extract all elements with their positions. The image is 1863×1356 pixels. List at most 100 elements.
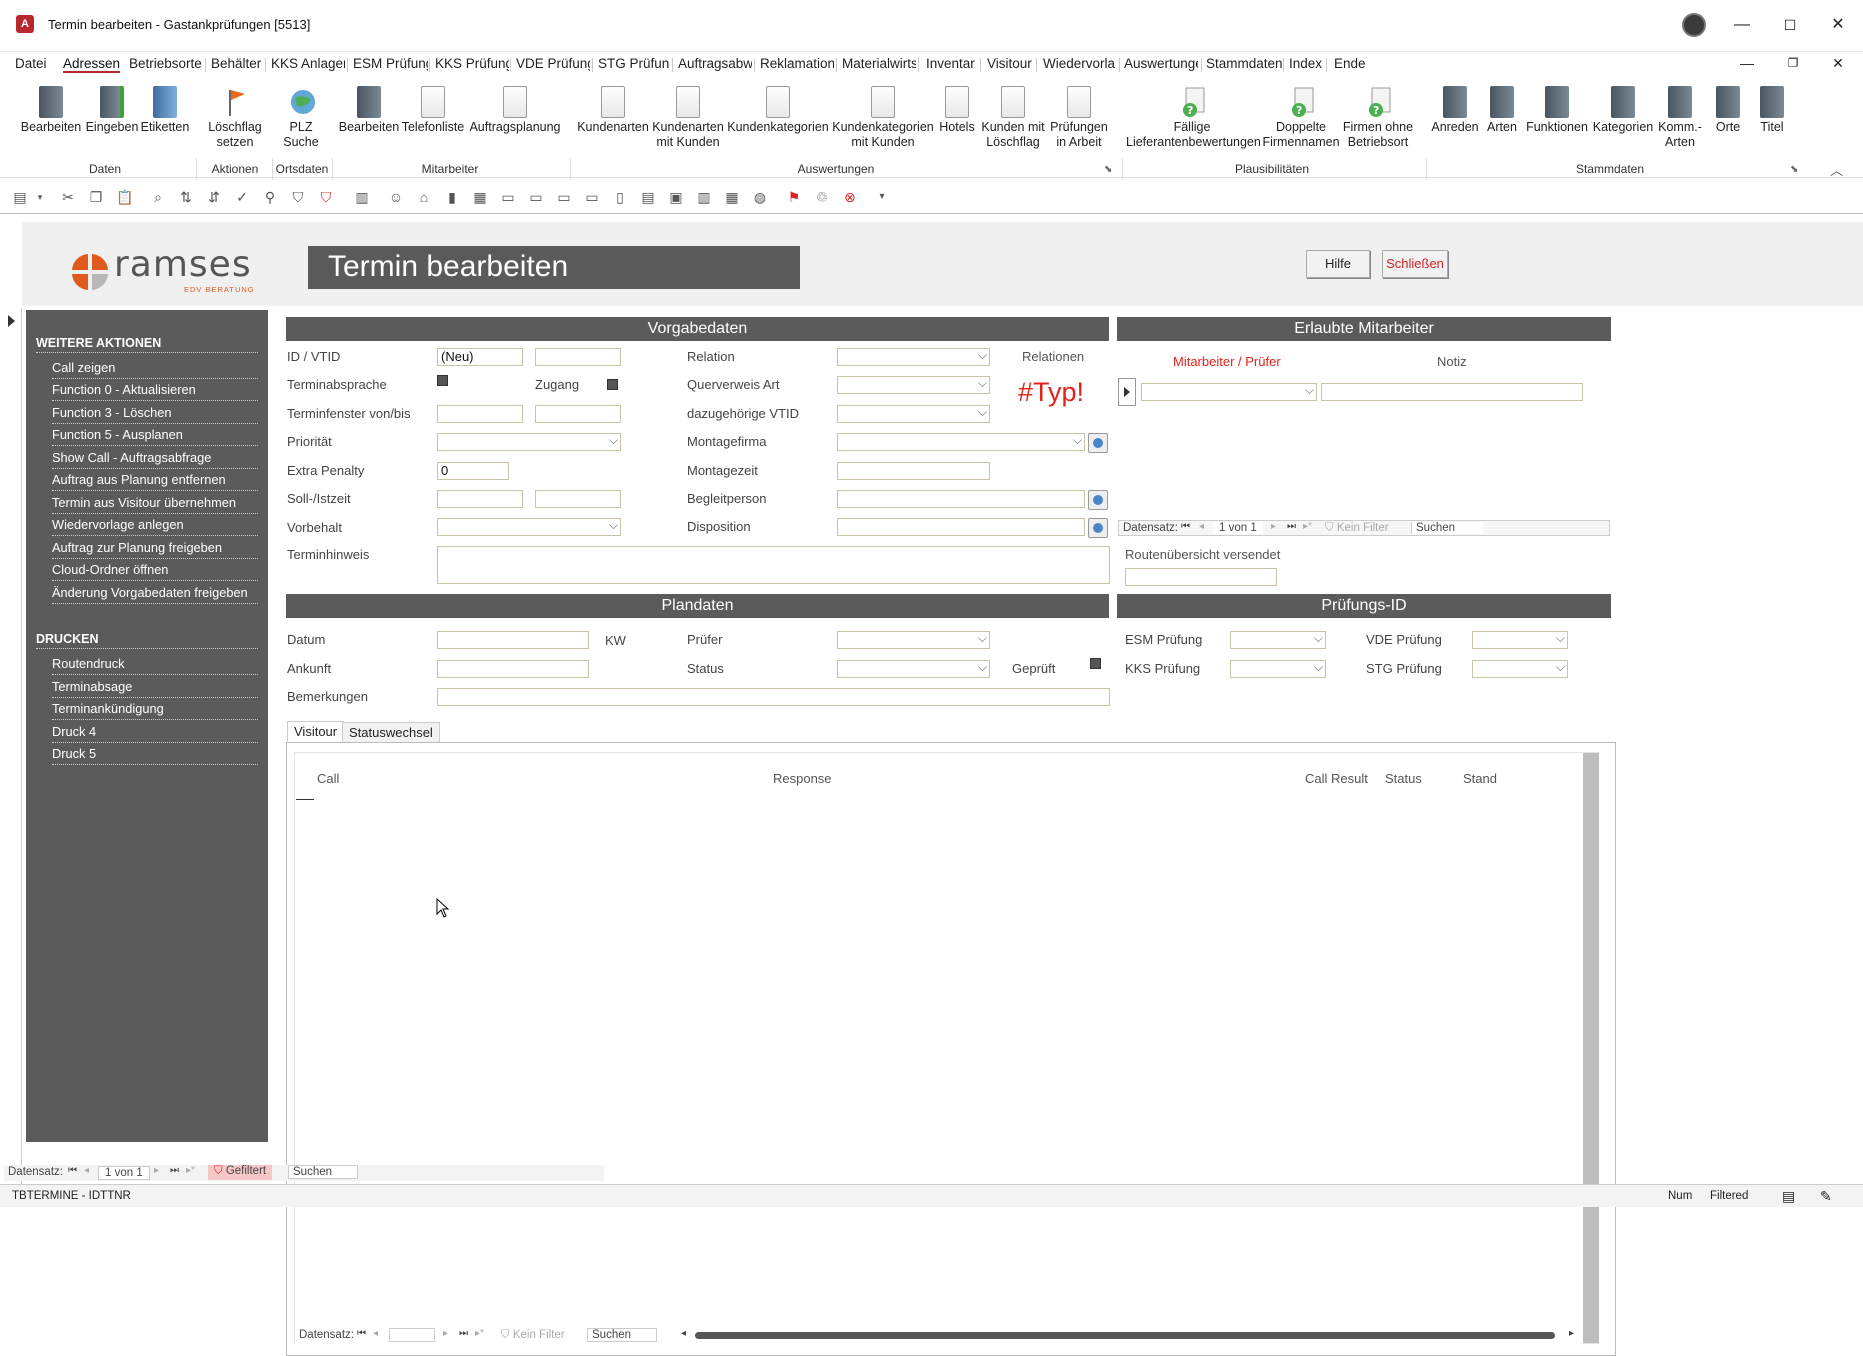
sort-ascending-icon[interactable]: ⇅ — [178, 189, 194, 205]
help-button[interactable]: Hilfe — [1306, 250, 1370, 278]
ankunft-field[interactable] — [437, 660, 589, 678]
customize-toolbar-icon[interactable]: ▾ — [874, 189, 890, 205]
cut-icon[interactable]: ✂ — [60, 189, 76, 205]
montagefirma-info-icon[interactable] — [1088, 433, 1108, 453]
first-record-icon[interactable]: ⏮ — [68, 1165, 77, 1176]
sidebar-item[interactable]: Show Call - Auftragsabfrage — [52, 450, 258, 469]
last-record-icon[interactable]: ⏭ — [459, 1328, 468, 1339]
form-icon[interactable]: ▭ — [528, 189, 544, 205]
id-field[interactable]: (Neu) — [437, 348, 523, 366]
calendar-icon[interactable]: ▤ — [640, 189, 656, 205]
eingeben-button[interactable]: Eingeben — [84, 86, 140, 135]
kategorien-button[interactable]: Kategorien — [1592, 86, 1654, 135]
menu-wiedervorlage[interactable]: Wiedervorla — [1043, 56, 1117, 71]
minimize-icon[interactable]: — — [1727, 12, 1757, 38]
next-record-icon[interactable]: ▸ — [1271, 521, 1276, 532]
report-icon[interactable]: ▥ — [354, 189, 370, 205]
mitarbeiter-select[interactable] — [1141, 382, 1317, 401]
auftragsplanung-button[interactable]: Auftragsplanung — [466, 86, 564, 135]
previous-record-icon[interactable]: ◂ — [1199, 521, 1204, 532]
anreden-button[interactable]: Anreden — [1430, 86, 1480, 135]
recycle-icon[interactable]: ♲ — [814, 189, 830, 205]
kunden-mit-loeschflag-button[interactable]: Kunden mit Löschflag — [978, 86, 1048, 150]
user-search-icon[interactable]: ☺ — [388, 189, 404, 205]
vorbehalt-select[interactable] — [437, 517, 621, 536]
sidebar-item[interactable]: Auftrag zur Planung freigeben — [52, 540, 258, 559]
tab-visitour[interactable]: Visitour — [287, 721, 345, 742]
dialog-launcher-icon[interactable]: ⬊ — [1790, 164, 1798, 175]
menu-adressen[interactable]: Adressen — [63, 56, 121, 73]
sidebar-item[interactable]: Function 0 - Aktualisieren — [52, 382, 258, 401]
chevron-down-icon[interactable]: ▾ — [32, 189, 48, 205]
datum-field[interactable] — [437, 631, 589, 649]
terminfenster-bis-field[interactable] — [535, 405, 621, 423]
record-counter[interactable] — [389, 1328, 435, 1342]
menu-reklamation[interactable]: Reklamation — [760, 56, 834, 71]
menu-stammdaten[interactable]: Stammdaten — [1206, 56, 1283, 71]
menu-inventar[interactable]: Inventar — [926, 56, 975, 71]
record-selector[interactable] — [0, 309, 22, 1184]
disposition-info-icon[interactable] — [1088, 518, 1108, 538]
menu-datei[interactable]: Datei — [15, 56, 47, 71]
sidebar-item[interactable]: Druck 5 — [52, 746, 258, 765]
kundenarten-mit-kunden-button[interactable]: Kundenarten mit Kunden — [650, 86, 726, 150]
filter-status[interactable]: ⛉ Kein Filter — [1325, 522, 1389, 535]
trash-icon[interactable]: ▮ — [444, 189, 460, 205]
next-record-icon[interactable]: ▸ — [154, 1165, 159, 1176]
sort-descending-icon[interactable]: ⇵ — [206, 189, 222, 205]
sidebar-item[interactable]: Terminabsage — [52, 679, 258, 698]
search-icon[interactable]: ⌕ — [150, 189, 166, 205]
filter-toggle[interactable]: ⛉ Gefiltert — [208, 1165, 273, 1180]
flag-icon[interactable]: ⚑ — [786, 189, 802, 205]
doc-restore-icon[interactable]: ❐ — [1778, 50, 1808, 76]
new-record-icon[interactable]: ▸* — [475, 1328, 484, 1339]
querverweis-art-select[interactable] — [837, 375, 990, 394]
notiz-field[interactable] — [1321, 383, 1583, 401]
pruefungen-in-arbeit-button[interactable]: Prüfungen in Arbeit — [1048, 86, 1110, 150]
nav-search-input[interactable]: Suchen — [1411, 522, 1483, 534]
doppelte-firmennamen-button[interactable]: ? Doppelte Firmennamen — [1262, 86, 1340, 150]
stg-pruefung-select[interactable] — [1472, 659, 1568, 678]
terminabsprache-checkbox[interactable] — [437, 375, 448, 386]
funktionen-button[interactable]: Funktionen — [1524, 86, 1590, 135]
new-record-icon[interactable]: ▸* — [186, 1165, 195, 1176]
home-icon[interactable]: ⌂ — [416, 189, 432, 205]
sidebar-item[interactable]: Function 3 - Löschen — [52, 405, 258, 424]
kks-pruefung-select[interactable] — [1230, 659, 1326, 678]
close-icon[interactable]: ✕ — [1823, 12, 1853, 38]
kundenarten-button[interactable]: Kundenarten — [576, 86, 650, 135]
menu-auswertungen[interactable]: Auswertunge — [1124, 56, 1198, 71]
close-button[interactable]: Schließen — [1382, 250, 1448, 278]
menu-behaelter[interactable]: Behälter — [211, 56, 261, 71]
design-view-icon[interactable]: ✎ — [1820, 1188, 1832, 1205]
disposition-field[interactable] — [837, 518, 1085, 536]
horizontal-scrollbar[interactable] — [695, 1332, 1555, 1339]
dazugehoerige-vtid-select[interactable] — [837, 404, 990, 423]
menu-ende[interactable]: Ende — [1334, 56, 1366, 71]
previous-record-icon[interactable]: ◂ — [84, 1165, 89, 1176]
menu-visitour[interactable]: Visitour — [987, 56, 1032, 71]
pruefer-select[interactable] — [837, 630, 990, 649]
menu-betriebsorte[interactable]: Betriebsorte — [129, 56, 202, 71]
sidebar-item[interactable]: Function 5 - Ausplanen — [52, 427, 258, 446]
paste-icon[interactable]: 📋 — [116, 189, 133, 205]
faellige-lieferantenbewertungen-button[interactable]: ? Fällige Lieferantenbewertungen — [1126, 86, 1261, 150]
dialog-launcher-icon[interactable]: ⬊ — [1104, 164, 1112, 175]
arten-button[interactable]: Arten — [1482, 86, 1522, 135]
terminhinweis-field[interactable] — [437, 546, 1110, 584]
begleitperson-info-icon[interactable] — [1088, 490, 1108, 510]
sidebar-item[interactable]: Auftrag aus Planung entfernen — [52, 472, 258, 491]
previous-record-icon[interactable]: ◂ — [373, 1328, 378, 1339]
maximize-icon[interactable]: ☐ — [1775, 12, 1805, 38]
relation-select[interactable] — [837, 347, 990, 366]
copy-icon[interactable]: ❐ — [88, 189, 104, 205]
sidebar-item[interactable]: Termin aus Visitour übernehmen — [52, 495, 258, 514]
sidebar-item[interactable]: Call zeigen — [52, 360, 258, 379]
sidebar-item[interactable]: Terminankündigung — [52, 701, 258, 720]
spelling-icon[interactable]: ✓ — [234, 189, 250, 205]
bemerkungen-field[interactable] — [437, 688, 1110, 706]
web-icon[interactable]: ◍ — [752, 189, 768, 205]
sidebar-item[interactable]: Cloud-Ordner öffnen — [52, 562, 258, 581]
user-avatar[interactable] — [1682, 13, 1706, 37]
form-icon[interactable]: ▭ — [584, 189, 600, 205]
